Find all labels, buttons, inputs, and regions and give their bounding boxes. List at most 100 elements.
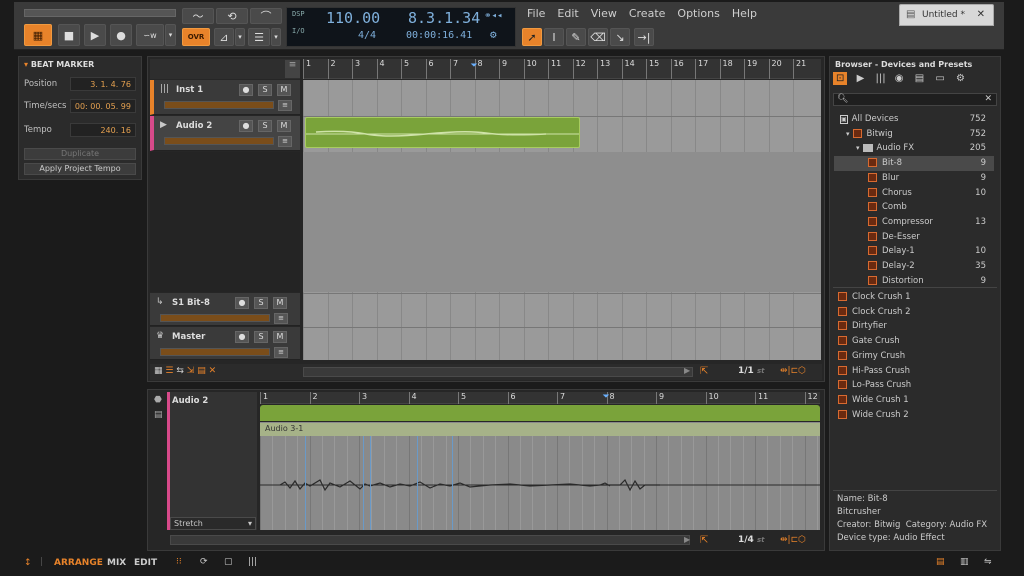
tempo-display[interactable]: 110.00: [326, 9, 380, 27]
menu-file[interactable]: File: [527, 7, 545, 20]
tree-item[interactable]: De-Esser: [834, 230, 994, 245]
solo-button[interactable]: S: [258, 84, 272, 96]
preset-item[interactable]: Clock Crush 2: [834, 305, 994, 320]
pointer-tool[interactable]: ➚: [522, 28, 542, 46]
editor-zoom-value[interactable]: 1/4 st: [738, 535, 764, 545]
mix-view-button[interactable]: MIX: [107, 558, 126, 568]
tree-item[interactable]: Chorus 10: [834, 186, 994, 201]
solo-button[interactable]: S: [258, 120, 272, 132]
stretch-marker[interactable]: [417, 436, 418, 530]
track-header-inst-1[interactable]: ||| Inst 1 ● S M ≡: [150, 80, 300, 115]
devices-tab-icon[interactable]: ⊡: [833, 72, 848, 85]
samples-tab-icon[interactable]: ▶: [857, 73, 865, 84]
clip-icon[interactable]: ▤: [154, 408, 163, 423]
clear-icon[interactable]: ✕: [209, 366, 217, 376]
record-arm-button[interactable]: ●: [235, 331, 249, 343]
ovr-button[interactable]: OVR: [182, 28, 210, 46]
modulators-tab-icon[interactable]: ◉: [895, 73, 904, 84]
arrange-view-button[interactable]: ARRANGE: [54, 558, 103, 568]
tree-item[interactable]: Blur 9: [834, 171, 994, 186]
eraser-tool[interactable]: ⌫: [588, 28, 608, 46]
time-select-tool[interactable]: I: [544, 28, 564, 46]
solo-button[interactable]: S: [254, 297, 268, 309]
tree-item[interactable]: ▣ All Devices 752: [834, 112, 994, 127]
stretch-marker[interactable]: [305, 436, 306, 530]
tree-item[interactable]: Delay-2 35: [834, 259, 994, 274]
arranger-zoom-value[interactable]: 1/1 st: [738, 366, 764, 376]
record-arm-button[interactable]: ●: [235, 297, 249, 309]
time-secs-field[interactable]: 00: 00. 05. 99: [70, 99, 136, 113]
expand-icon[interactable]: ▾: [856, 144, 860, 152]
arranger-menu-icon[interactable]: ≡: [285, 60, 300, 78]
track-menu-button[interactable]: ≡: [278, 100, 292, 111]
mixer-panel-icon[interactable]: |||: [248, 557, 257, 567]
arranger-ruler[interactable]: 1 2 3 4 5 6 7 8 9 10 11 12 13 14 15 16 17 18 19 20 21 ⏷: [303, 59, 821, 79]
tree-item[interactable]: ▾ Bitwig 752: [834, 127, 994, 142]
knife-tool[interactable]: ↘: [610, 28, 630, 46]
preset-item[interactable]: Grimy Crush: [834, 349, 994, 364]
inspector-toggle-icon[interactable]: ⇋: [984, 557, 992, 567]
editor-ruler[interactable]: 1 2 3 4 5 6 7 8 9 10 11 12 ⏷: [260, 392, 820, 404]
automation-write-button[interactable]: ∽w: [136, 24, 164, 46]
tempo-field[interactable]: 240. 16: [70, 123, 136, 137]
tree-item[interactable]: Compressor 13: [834, 215, 994, 230]
record-button[interactable]: ●: [110, 24, 132, 46]
volume-fader[interactable]: [160, 348, 270, 356]
loop-button[interactable]: ⟲: [216, 8, 248, 24]
stretch-marker[interactable]: [370, 436, 371, 530]
preset-item[interactable]: Gate Crush: [834, 334, 994, 349]
stretch-marker[interactable]: [363, 436, 364, 530]
automation-mode-dropdown[interactable]: ▾: [165, 24, 176, 46]
mute-button[interactable]: M: [273, 297, 287, 309]
menu-view[interactable]: View: [591, 7, 617, 20]
project-tab[interactable]: ▤ Untitled * ✕: [899, 4, 994, 26]
solo-button[interactable]: S: [254, 331, 268, 343]
track-header-audio-2[interactable]: ▶ Audio 2 ● S M ≡: [150, 116, 300, 151]
volume-fader[interactable]: [164, 137, 274, 145]
tree-item[interactable]: Delay-1 10: [834, 244, 994, 259]
music-tab-icon[interactable]: ▤: [915, 73, 924, 84]
automation-icon[interactable]: ⟳: [200, 557, 208, 567]
project-panel-icon[interactable]: ▥: [960, 557, 969, 567]
tree-item[interactable]: ▾ Audio FX 205: [834, 141, 994, 156]
playhead-marker[interactable]: ⏷: [603, 392, 610, 402]
stretch-mode-select[interactable]: Stretch ▾: [170, 517, 256, 530]
duplicate-button[interactable]: Duplicate: [24, 148, 136, 160]
follow-icon[interactable]: ⇆: [176, 366, 184, 376]
monitor-tab-icon[interactable]: ▭: [935, 73, 944, 84]
layout-dropdown[interactable]: ▾: [271, 28, 281, 46]
scroll-right-arrow[interactable]: ▶: [684, 366, 690, 375]
time-display[interactable]: 00:00:16.41: [406, 30, 472, 41]
tracks-view-icon[interactable]: ▦: [154, 366, 163, 376]
clip-launcher-icon[interactable]: ⁝⁝: [176, 557, 182, 567]
layout-button[interactable]: ☰: [248, 28, 270, 46]
zoom-fit-icon[interactable]: ⇱: [700, 366, 708, 377]
preset-item[interactable]: Wide Crush 1: [834, 393, 994, 408]
groove-button[interactable]: ⊿: [214, 28, 234, 46]
preset-item[interactable]: Lo-Pass Crush: [834, 378, 994, 393]
track-header-master[interactable]: ♛ Master ● S M ≡: [150, 327, 300, 360]
play-button[interactable]: ▶: [84, 24, 106, 46]
pen-tool[interactable]: ✎: [566, 28, 586, 46]
mute-button[interactable]: M: [277, 84, 291, 96]
multisample-tab-icon[interactable]: |||: [875, 73, 885, 84]
menu-create[interactable]: Create: [629, 7, 666, 20]
arranger-scrollbar[interactable]: [303, 367, 693, 377]
punch-button[interactable]: ⌒: [250, 8, 282, 24]
scroll-right-arrow[interactable]: ▶: [684, 535, 690, 544]
record-arm-button[interactable]: ●: [239, 120, 253, 132]
audio-clip[interactable]: [305, 117, 580, 148]
settings-gear-icon[interactable]: ⚙: [956, 73, 965, 84]
sync-icon[interactable]: ⚙: [490, 28, 497, 41]
stop-button[interactable]: ■: [58, 24, 80, 46]
preset-item[interactable]: Wide Crush 2: [834, 408, 994, 423]
track-header-s1-bit-8[interactable]: ↳ S1 Bit-8 ● S M ≡: [150, 293, 300, 326]
grid-icon[interactable]: ▤: [197, 366, 206, 376]
edit-view-button[interactable]: EDIT: [134, 558, 157, 568]
position-field[interactable]: 3. 1. 4. 76: [70, 77, 136, 91]
lanes-icon[interactable]: ☰: [165, 366, 173, 376]
time-signature-display[interactable]: 4/4: [358, 30, 376, 41]
slide-tool[interactable]: →|: [634, 28, 654, 46]
editor-clip-bar[interactable]: [260, 405, 820, 421]
track-menu-button[interactable]: ≡: [278, 136, 292, 147]
